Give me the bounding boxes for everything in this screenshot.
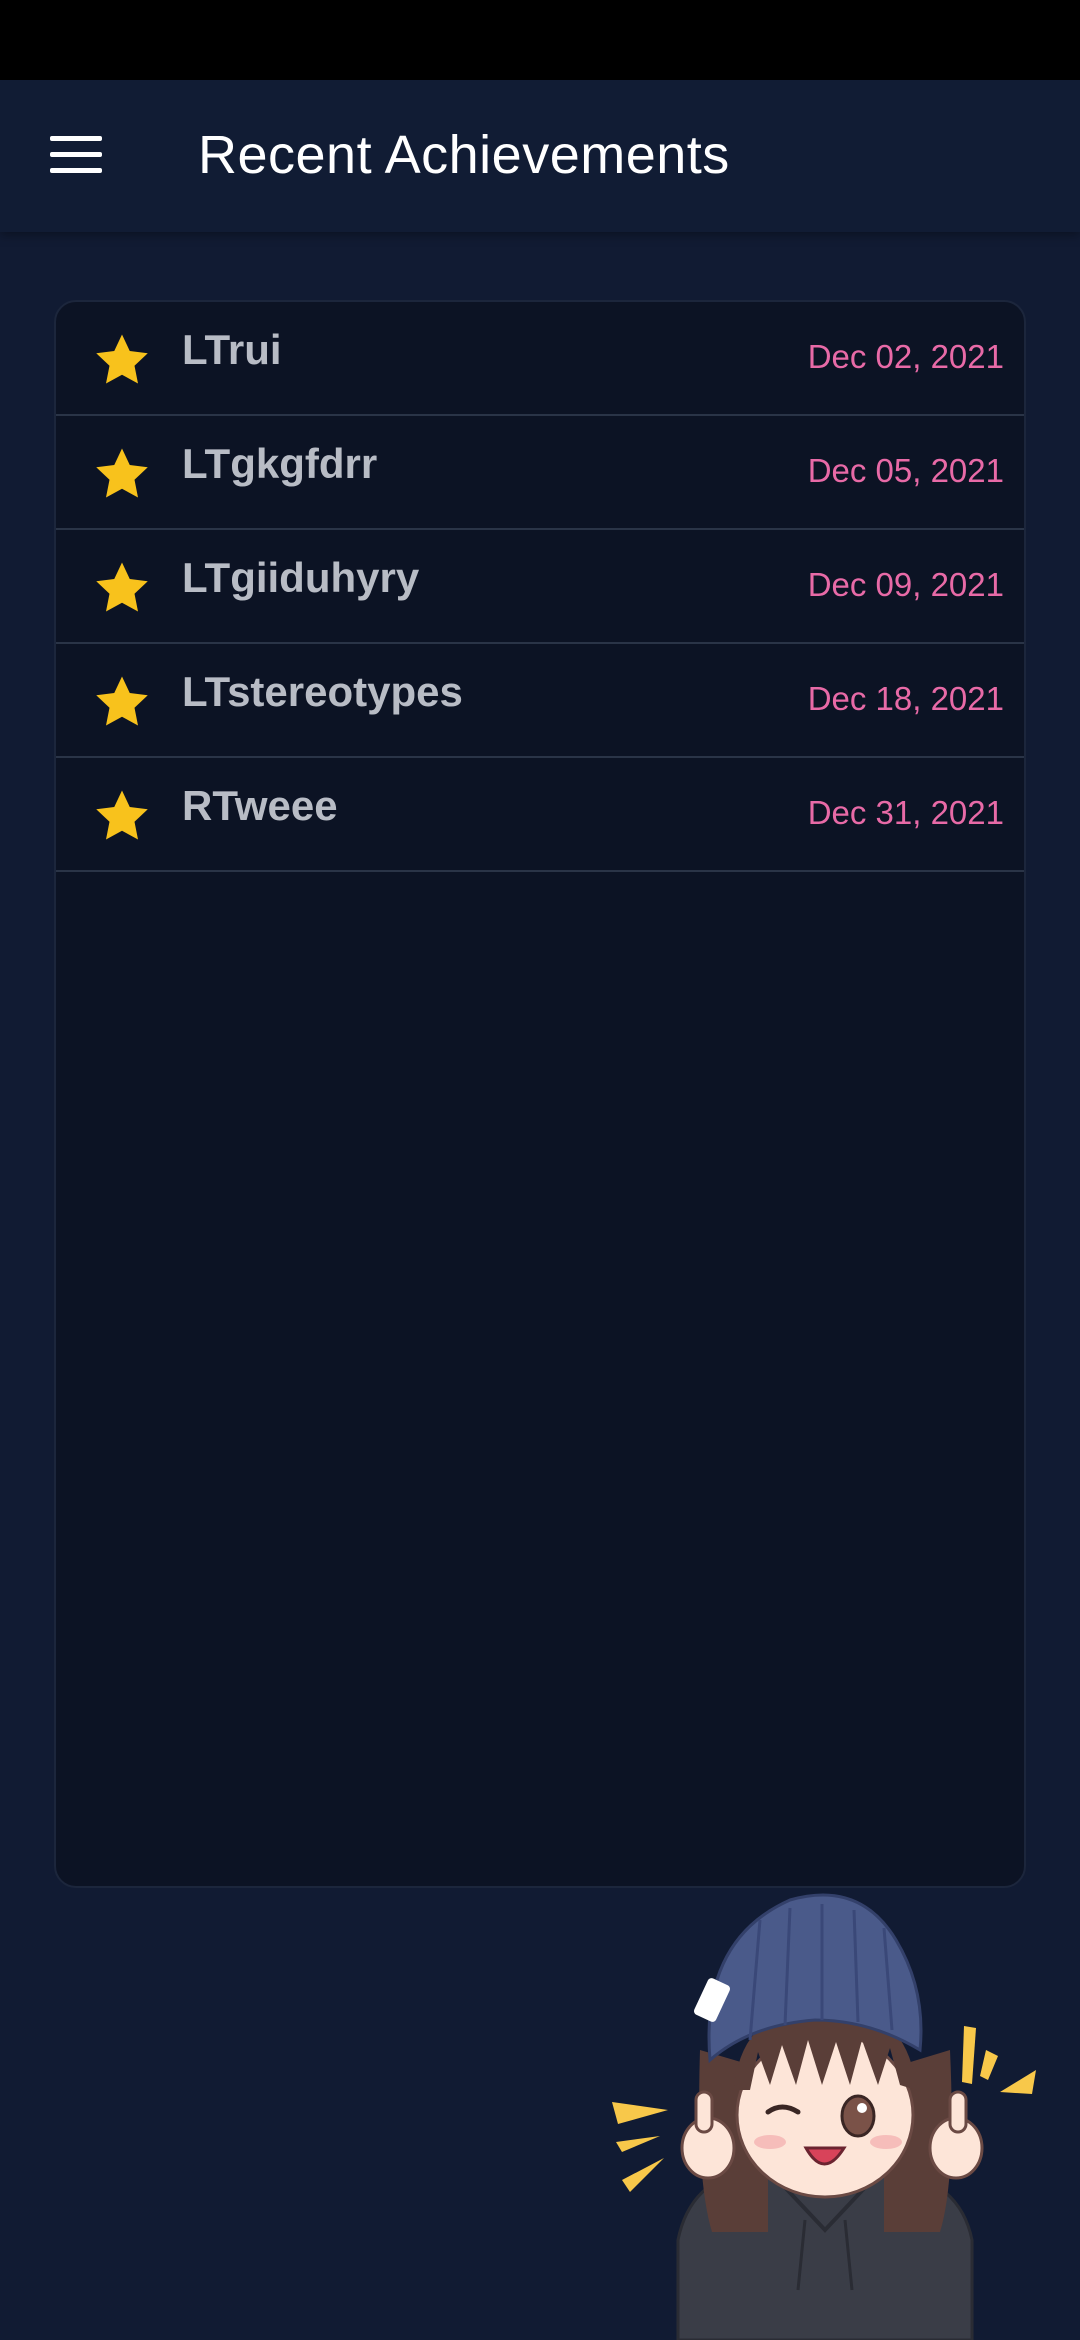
star-icon (96, 790, 148, 840)
achievement-name: LTgkgfdrr (182, 440, 378, 487)
achievement-row[interactable]: LTstereotypes Dec 18, 2021 (56, 644, 1024, 758)
star-icon (96, 676, 148, 726)
achievement-row[interactable]: LTgiiduhyry Dec 09, 2021 (56, 530, 1024, 644)
star-icon (96, 334, 148, 384)
achievement-date: Dec 09, 2021 (807, 566, 1004, 603)
achievement-date: Dec 05, 2021 (807, 452, 1004, 489)
achievement-date: Dec 31, 2021 (807, 794, 1004, 831)
achievement-row[interactable]: LTgkgfdrr Dec 05, 2021 (56, 416, 1024, 530)
page-title: Recent Achievements (198, 125, 730, 185)
achievement-row[interactable]: RTweee Dec 31, 2021 (56, 758, 1024, 872)
star-icon (96, 448, 148, 498)
achievement-name: RTweee (182, 782, 338, 829)
achievement-date: Dec 02, 2021 (807, 338, 1004, 375)
achievement-date: Dec 18, 2021 (807, 680, 1004, 717)
app-bar: Recent Achievements (0, 80, 1080, 232)
achievement-name: LTgiiduhyry (182, 554, 420, 601)
status-bar (0, 0, 1080, 80)
achievement-name: LTrui (182, 326, 282, 373)
hamburger-menu-icon[interactable] (42, 128, 112, 186)
achievement-name: LTstereotypes (182, 668, 463, 715)
achievements-list: LTrui Dec 02, 2021 LTgkgfdrr Dec 05, 202… (54, 300, 1026, 1888)
mascot-illustration (612, 1893, 1036, 2340)
star-icon (96, 562, 148, 612)
achievement-row[interactable]: LTrui Dec 02, 2021 (56, 302, 1024, 416)
